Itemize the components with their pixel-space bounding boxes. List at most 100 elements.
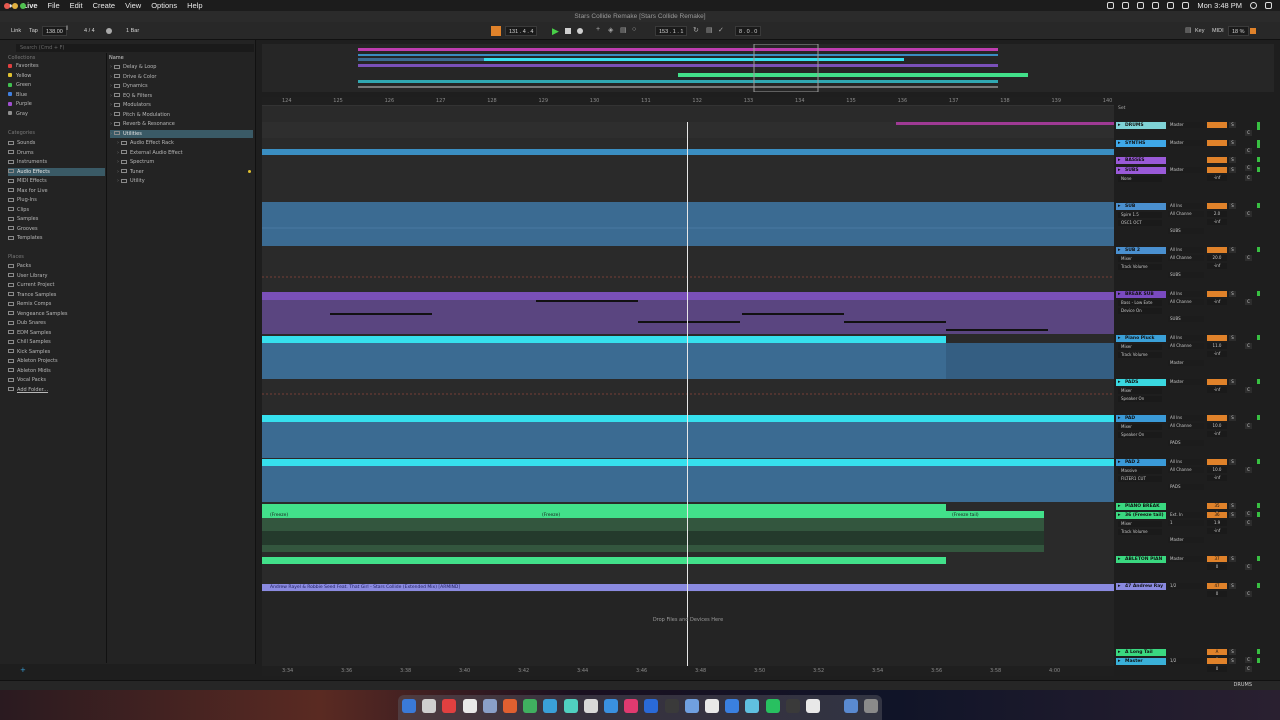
name-column-header[interactable]: Name xyxy=(109,54,124,62)
tempo-field[interactable]: 138.00 xyxy=(42,26,67,36)
automation-param-chooser[interactable]: Track Volume xyxy=(1118,264,1162,270)
fold-track-icon[interactable]: ▸ xyxy=(1118,203,1121,210)
place-item[interactable]: Trance Samples xyxy=(8,291,56,299)
browser-item[interactable]: › Delay & Loop xyxy=(110,63,253,71)
output-chooser[interactable]: Master xyxy=(1168,122,1204,128)
track-name[interactable]: ▸ ABLETON PIAN xyxy=(1116,556,1166,563)
fold-track-icon[interactable]: ▸ xyxy=(1118,503,1121,510)
track-activator-button[interactable] xyxy=(1207,379,1227,385)
output-chooser[interactable]: Master xyxy=(1168,360,1204,366)
piano-break-clip-head[interactable] xyxy=(262,504,946,511)
track-name[interactable]: ▸ BASSES xyxy=(1116,157,1166,164)
menu-view[interactable]: View xyxy=(125,1,141,10)
automation-param-chooser[interactable]: Speaker On xyxy=(1118,396,1162,402)
song-position-field[interactable]: 131 . 4 . 4 xyxy=(505,26,538,36)
pan-control[interactable]: C xyxy=(1245,564,1252,570)
track-activator-button[interactable]: A xyxy=(1207,649,1227,655)
volume-field[interactable]: 20.0 xyxy=(1207,255,1227,261)
browser-item[interactable]: › External Audio Effect xyxy=(117,149,253,157)
overdub-icon[interactable]: + xyxy=(596,26,606,36)
midi-icon[interactable] xyxy=(563,699,578,713)
fold-track-icon[interactable]: ▸ xyxy=(1118,335,1121,342)
menubar-clock[interactable]: Mon 3:48 PM xyxy=(1197,1,1242,10)
output-chooser[interactable]: Master xyxy=(1168,140,1204,146)
input-type-chooser[interactable]: All Ins xyxy=(1168,335,1204,341)
input-channel-chooser[interactable]: All Channe xyxy=(1168,211,1204,217)
pan-control[interactable]: C xyxy=(1245,423,1252,429)
automation-param-chooser[interactable]: FILTER1 CUT xyxy=(1118,476,1162,482)
place-item[interactable]: User Library xyxy=(8,272,47,280)
place-item[interactable]: Current Project xyxy=(8,281,54,289)
playhead[interactable] xyxy=(687,122,688,667)
menu-create[interactable]: Create xyxy=(93,1,116,10)
loop-start-field[interactable]: 153 . 1 . 1 xyxy=(655,26,688,36)
category-item[interactable]: Samples xyxy=(8,215,105,223)
record-icon[interactable] xyxy=(577,28,583,34)
fold-track-icon[interactable]: ▸ xyxy=(1118,379,1121,386)
fold-track-icon[interactable]: ▸ xyxy=(1118,140,1121,147)
sidekick-icon[interactable] xyxy=(806,699,820,713)
track-name[interactable]: ▸ PADS xyxy=(1116,379,1166,386)
output-chooser[interactable]: SUBS xyxy=(1168,316,1204,322)
collection-item[interactable]: Gray xyxy=(8,110,28,118)
collection-item[interactable]: Blue xyxy=(8,91,27,99)
place-item[interactable]: Dub Snares xyxy=(8,319,46,327)
volume-field[interactable]: 0 xyxy=(1207,666,1227,672)
track-name[interactable]: ▸ BREAK SUB xyxy=(1116,291,1166,298)
browser-item[interactable]: › Tuner xyxy=(117,168,253,176)
follow-button[interactable] xyxy=(491,26,501,36)
place-item[interactable]: Vocal Packs xyxy=(8,376,46,384)
disclosure-icon[interactable]: › xyxy=(110,83,112,89)
browser-search-input[interactable]: Search (Cmd + F) xyxy=(16,44,254,52)
volume-field[interactable]: 10.0 xyxy=(1207,467,1227,473)
fold-track-icon[interactable]: ▸ xyxy=(1118,247,1121,254)
fold-track-icon[interactable]: ▸ xyxy=(1118,291,1121,298)
input-type-chooser[interactable]: All Ins xyxy=(1168,203,1204,209)
pan-control[interactable]: C xyxy=(1245,255,1252,261)
output-chooser[interactable]: Master xyxy=(1168,537,1204,543)
track-name[interactable]: ▸ SUB xyxy=(1116,203,1166,210)
fold-track-icon[interactable]: ▸ xyxy=(1118,556,1121,563)
pad2-clip-head[interactable] xyxy=(262,459,1114,466)
automation-device-chooser[interactable]: None xyxy=(1118,176,1162,182)
category-item[interactable]: Grooves xyxy=(8,225,105,233)
track-activator-button[interactable]: 37 xyxy=(1207,556,1227,562)
input-type-chooser[interactable]: All Ins xyxy=(1168,247,1204,253)
category-item[interactable]: Drums xyxy=(8,149,105,157)
disclosure-icon[interactable]: › xyxy=(110,121,112,127)
pan-control[interactable]: C xyxy=(1245,175,1252,181)
category-item[interactable]: Sounds xyxy=(8,139,105,147)
automation-device-chooser[interactable]: Mixer xyxy=(1118,344,1162,350)
place-item[interactable]: Ableton Projects xyxy=(8,357,58,365)
fold-track-icon[interactable]: ▸ xyxy=(1118,512,1121,519)
freeze-clip-head[interactable] xyxy=(262,511,1044,518)
solo-button[interactable]: S xyxy=(1229,415,1236,421)
solo-button[interactable]: S xyxy=(1229,556,1236,562)
automation-param-chooser[interactable]: Track Volume xyxy=(1118,529,1162,535)
capture-midi-icon[interactable]: ▤ xyxy=(620,26,630,36)
solo-button[interactable]: S xyxy=(1229,583,1236,589)
wifi-icon[interactable] xyxy=(1152,2,1160,9)
break-sub-clip[interactable] xyxy=(262,300,1114,334)
track-name[interactable]: ▸ PAD xyxy=(1116,415,1166,422)
collection-item[interactable]: Favorites xyxy=(8,62,39,70)
piano-pluck-clip[interactable] xyxy=(262,343,946,379)
fold-track-icon[interactable]: ▸ xyxy=(1118,167,1121,174)
browser-item[interactable]: › Drive & Color xyxy=(110,73,253,81)
calendar-icon[interactable] xyxy=(442,699,457,713)
track-name[interactable]: ▸ SUBS xyxy=(1116,167,1166,174)
automation-param-chooser[interactable]: Speaker On xyxy=(1118,432,1162,438)
track-activator-button[interactable] xyxy=(1207,415,1227,421)
disclosure-icon[interactable]: › xyxy=(110,112,112,118)
pan-control[interactable]: C xyxy=(1245,211,1252,217)
key-map-icon[interactable]: ▤ xyxy=(1185,26,1195,36)
automation-device-chooser[interactable]: Bass - Low Exte xyxy=(1118,300,1162,306)
pan-control[interactable]: C xyxy=(1245,299,1252,305)
track-activator-button[interactable] xyxy=(1207,335,1227,341)
session-record-icon[interactable]: ○ xyxy=(632,26,642,36)
notification-icon[interactable] xyxy=(1265,2,1272,9)
volume-field-2[interactable]: -inf xyxy=(1207,351,1227,357)
pan-control[interactable]: C xyxy=(1245,520,1252,526)
screenshot-icon[interactable] xyxy=(664,699,679,713)
solo-button[interactable]: S xyxy=(1229,512,1236,518)
